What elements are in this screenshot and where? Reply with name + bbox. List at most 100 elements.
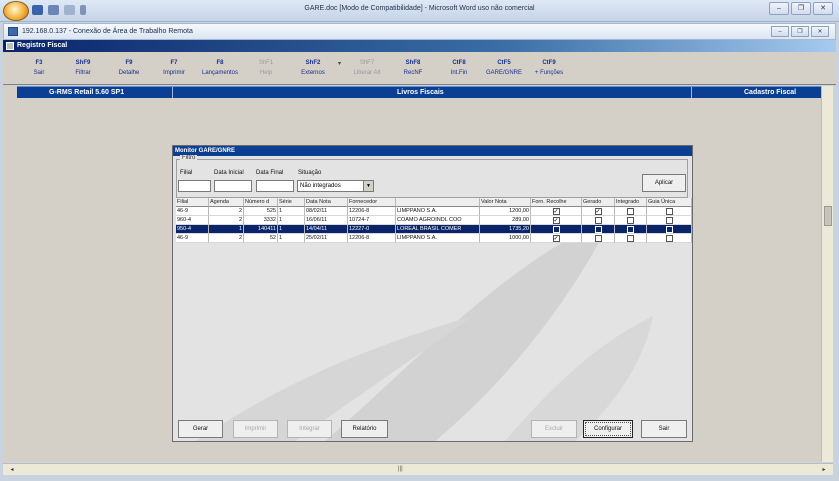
col-agenda[interactable]: Agenda — [209, 198, 244, 207]
checkbox[interactable] — [627, 235, 634, 242]
col-serie[interactable]: Série — [278, 198, 305, 207]
cell-agenda: 2 — [209, 207, 244, 216]
gerar-button[interactable]: Gerar — [178, 420, 223, 438]
minimize-icon[interactable]: – — [769, 2, 789, 15]
checkbox[interactable] — [665, 226, 673, 233]
sair-button[interactable]: Sair — [641, 420, 687, 438]
situacao-label: Situação — [298, 170, 322, 176]
checkbox[interactable] — [627, 217, 634, 224]
toolbar-label: Lançamentos — [201, 70, 239, 76]
toolbar-gare-gnre[interactable]: CtF5 GARE/GNRE — [482, 58, 526, 78]
toolbar-key: F7 — [170, 60, 178, 66]
cell-numero: 525 — [244, 207, 278, 216]
toolbar-key: ShF7 — [359, 60, 375, 66]
app-title: Registro Fiscal — [17, 42, 68, 49]
checkbox[interactable] — [627, 226, 634, 233]
checkbox[interactable] — [552, 226, 560, 233]
data-final-input[interactable] — [256, 180, 294, 192]
toolbar-detalhe[interactable]: F9 Detalhe — [107, 58, 151, 78]
toolbar-recnf[interactable]: ShF8 RecNF — [391, 58, 435, 78]
toolbar-key: F3 — [35, 60, 43, 66]
dialog-button-bar: Gerar Imprimir Integrar Relatório Exclui… — [173, 416, 692, 438]
filial-input[interactable] — [178, 180, 211, 192]
dialog-title: Monitor GARE/GNRE — [173, 146, 692, 156]
app-title-bar: Registro Fiscal — [3, 40, 836, 52]
aplicar-button[interactable]: Aplicar — [642, 174, 686, 192]
cell-integrado — [615, 216, 647, 225]
chevron-down-icon[interactable]: ▼ — [363, 181, 373, 191]
col-fornecedor[interactable]: Fornecedor — [348, 198, 396, 207]
left-gutter — [3, 86, 17, 462]
rdp-restore-icon[interactable]: ❐ — [791, 26, 809, 37]
horizontal-scrollbar[interactable]: ◂ ||| ▸ — [3, 463, 833, 475]
cell-gerado — [582, 225, 615, 234]
filial-label: Filial — [180, 170, 193, 176]
col-filial[interactable]: Filial — [176, 198, 209, 207]
rdp-close-icon[interactable]: ✕ — [811, 26, 829, 37]
table-row[interactable]: 46-9 2 52 1 25/02/11 12206-8 LIMPPANO S.A. 1000… — [176, 234, 692, 243]
toolbar-lancamentos[interactable]: F8 Lançamentos — [198, 58, 242, 78]
col-fornecedor-nome[interactable] — [396, 198, 480, 207]
scroll-grip-icon[interactable]: ||| — [398, 466, 403, 472]
cell-numero: 52 — [244, 234, 278, 243]
checkbox[interactable] — [627, 208, 634, 215]
col-numero[interactable]: Número d — [244, 198, 278, 207]
toolbar-filtrar[interactable]: ShF9 Filtrar — [61, 58, 105, 78]
checkbox[interactable] — [665, 235, 673, 242]
col-data-nota[interactable]: Data Nota — [305, 198, 348, 207]
col-integrado[interactable]: Integrado — [615, 198, 647, 207]
toolbar-liberar-alt[interactable]: ShF7 Liberar Alt — [345, 58, 389, 78]
checkbox[interactable]: ✓ — [552, 235, 560, 242]
relatorio-button[interactable]: Relatório — [341, 420, 388, 438]
toolbar-label: Help — [259, 70, 273, 76]
checkbox[interactable] — [594, 226, 602, 233]
cell-numero: 3332 — [244, 216, 278, 225]
cell-numero: 140411 — [244, 225, 278, 234]
checkbox[interactable] — [665, 217, 673, 224]
scroll-left-icon[interactable]: ◂ — [7, 466, 17, 473]
cell-filial: 46-9 — [176, 234, 209, 243]
filter-legend: Filtro — [180, 155, 198, 161]
toolbar-help[interactable]: ShF1 Help — [244, 58, 288, 78]
toolbar-mais-funcoes[interactable]: CtF9 + Funções — [527, 58, 571, 78]
toolbar-sair[interactable]: F3 Sair — [17, 58, 61, 78]
scroll-right-icon[interactable]: ▸ — [819, 466, 829, 473]
integrar-button[interactable]: Integrar — [287, 420, 332, 438]
toolbar-externos[interactable]: ShF2 Externos — [291, 58, 335, 78]
cell-integrado — [615, 225, 647, 234]
cell-agenda: 2 — [209, 234, 244, 243]
scroll-thumb[interactable] — [824, 206, 832, 226]
table-row[interactable]: 960-4 2 3332 1 16/06/11 10724-7 COAMO AGROINDL… — [176, 216, 692, 225]
cell-valor: 1200,00 — [480, 207, 531, 216]
table-row[interactable]: 950-4 1 140411 1 14/04/11 12227-0 LOREAL BRASI… — [176, 225, 692, 234]
checkbox[interactable]: ✓ — [594, 208, 602, 215]
close-icon[interactable]: ✕ — [813, 2, 833, 15]
checkbox[interactable] — [594, 235, 602, 242]
configurar-button[interactable]: Configurar — [583, 420, 633, 438]
cell-serie: 1 — [278, 207, 305, 216]
cell-valor: 289,00 — [480, 216, 531, 225]
checkbox[interactable]: ✓ — [552, 208, 560, 215]
situacao-select[interactable]: Não integrados ▼ — [297, 180, 374, 192]
data-inicial-input[interactable] — [214, 180, 252, 192]
col-guia-unica[interactable]: Guia Única — [647, 198, 692, 207]
col-gerado[interactable]: Gerado — [582, 198, 615, 207]
cell-guia-unica — [647, 225, 692, 234]
cell-gerado — [582, 216, 615, 225]
checkbox[interactable]: ✓ — [552, 217, 560, 224]
col-valor-nota[interactable]: Valor Nota — [480, 198, 531, 207]
toolbar-int-fin[interactable]: CtF8 Int.Fin — [437, 58, 481, 78]
cell-data: 25/02/11 — [305, 234, 348, 243]
imprimir-button[interactable]: Imprimir — [233, 420, 278, 438]
toolbar-dropdown-arrow-icon[interactable]: ▾ — [338, 60, 341, 67]
restore-icon[interactable]: ❐ — [791, 2, 811, 15]
table-row[interactable]: 46-9 2 525 1 08/02/11 12206-8 LIMPPANO S.A. 120… — [176, 207, 692, 216]
checkbox[interactable] — [665, 208, 673, 215]
col-forn-recolhe[interactable]: Forn. Recolhe — [531, 198, 582, 207]
checkbox[interactable] — [594, 217, 602, 224]
excluir-button[interactable]: Excluir — [531, 420, 577, 438]
rdp-minimize-icon[interactable]: – — [771, 26, 789, 37]
cell-integrado — [615, 234, 647, 243]
vertical-scrollbar[interactable] — [821, 86, 833, 462]
toolbar-imprimir[interactable]: F7 Imprimir — [152, 58, 196, 78]
